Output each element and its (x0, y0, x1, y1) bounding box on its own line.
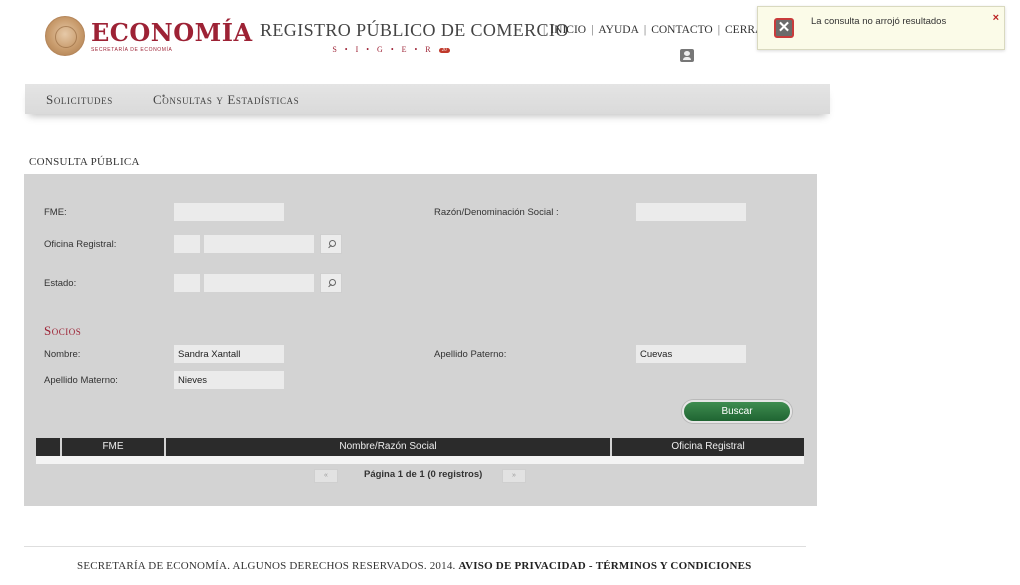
siger-label: S • I • G • E • R 20 (260, 45, 522, 54)
logo-subtitle: SECRETARÍA DE ECONOMÍA (91, 46, 173, 53)
apellido-paterno-label: Apellido Paterno: (434, 349, 507, 360)
table-header: FME Nombre/Razón Social Oficina Registra… (36, 438, 804, 456)
privacy-link[interactable]: AVISO DE PRIVACIDAD (458, 560, 585, 572)
oficina-search-icon[interactable] (320, 234, 342, 254)
results-table: FME Nombre/Razón Social Oficina Registra… (36, 438, 804, 464)
nav-contacto[interactable]: CONTACTO (651, 24, 712, 36)
user-icon[interactable] (680, 49, 694, 62)
oficina-name-input[interactable] (204, 235, 314, 253)
oficina-registral-label: Oficina Registral: (44, 239, 117, 250)
footer-copyright: SECRETARÍA DE ECONOMÍA. ALGUNOS DERECHOS… (77, 560, 456, 572)
footer-dash: - (588, 560, 593, 572)
column-select[interactable] (36, 438, 62, 456)
column-nombre[interactable]: Nombre/Razón Social (166, 438, 612, 456)
breadcrumb: Solicitudes • Consultas y Estadísticas (25, 84, 830, 114)
estado-search-icon[interactable] (320, 273, 342, 293)
breadcrumb-consultas[interactable]: Consultas y Estadísticas (153, 92, 299, 108)
logo-title: ECONOMÍA (91, 17, 253, 47)
apellido-materno-label: Apellido Materno: (44, 375, 118, 386)
page-info: Página 1 de 1 (0 registros) (364, 469, 483, 480)
apellido-materno-input[interactable] (174, 371, 284, 389)
column-oficina[interactable]: Oficina Registral (612, 438, 804, 456)
razon-social-label: Razón/Denominación Social : (434, 207, 559, 218)
razon-social-input[interactable] (636, 203, 746, 221)
estado-name-input[interactable] (204, 274, 314, 292)
socios-heading: Socios (44, 323, 82, 338)
registro-title: REGISTRO PÚBLICO DE COMERCIO (260, 20, 569, 40)
estado-code-input[interactable] (174, 274, 200, 292)
buscar-button[interactable]: Buscar (682, 400, 792, 423)
oficina-code-input[interactable] (174, 235, 200, 253)
error-icon: ✕ (774, 18, 794, 38)
footer: SECRETARÍA DE ECONOMÍA. ALGUNOS DERECHOS… (77, 560, 751, 572)
prev-page-button[interactable]: « (314, 469, 338, 483)
top-nav: | INICIO | AYUDA | CONTACTO | CERRA (543, 24, 764, 36)
next-page-button[interactable]: » (502, 469, 526, 483)
terms-link[interactable]: TÉRMINOS Y CONDICIONES (596, 560, 752, 572)
toast-close-icon[interactable]: × (993, 12, 999, 24)
notification-toast: ✕ La consulta no arrojó resultados × (757, 6, 1005, 50)
nav-ayuda[interactable]: AYUDA (598, 24, 638, 36)
table-body (36, 456, 804, 464)
estado-label: Estado: (44, 278, 77, 289)
economia-logo[interactable]: ECONOMÍA SECRETARÍA DE ECONOMÍA (45, 16, 253, 56)
apellido-paterno-input[interactable] (636, 345, 746, 363)
nav-inicio[interactable]: INICIO (550, 24, 586, 36)
footer-divider (24, 546, 806, 547)
fme-label: FME: (44, 207, 67, 218)
nombre-input[interactable] (174, 345, 284, 363)
column-fme[interactable]: FME (62, 438, 166, 456)
siger-text: S • I • G • E • R (332, 45, 434, 54)
breadcrumb-solicitudes[interactable]: Solicitudes (46, 92, 113, 108)
search-form-panel: FME: Razón/Denominación Social : Oficina… (24, 174, 817, 506)
toast-message: La consulta no arrojó resultados (811, 16, 947, 27)
fme-input[interactable] (174, 203, 284, 221)
mexico-seal-icon (45, 16, 85, 56)
pagination: « Página 1 de 1 (0 registros) » (24, 467, 817, 483)
page-root: ECONOMÍA SECRETARÍA DE ECONOMÍA REGISTRO… (0, 0, 1020, 585)
section-title: CONSULTA PÚBLICA (29, 156, 140, 168)
nombre-label: Nombre: (44, 349, 81, 360)
registro-header: REGISTRO PÚBLICO DE COMERCIO S • I • G •… (260, 20, 569, 54)
siger-badge: 20 (438, 48, 450, 53)
